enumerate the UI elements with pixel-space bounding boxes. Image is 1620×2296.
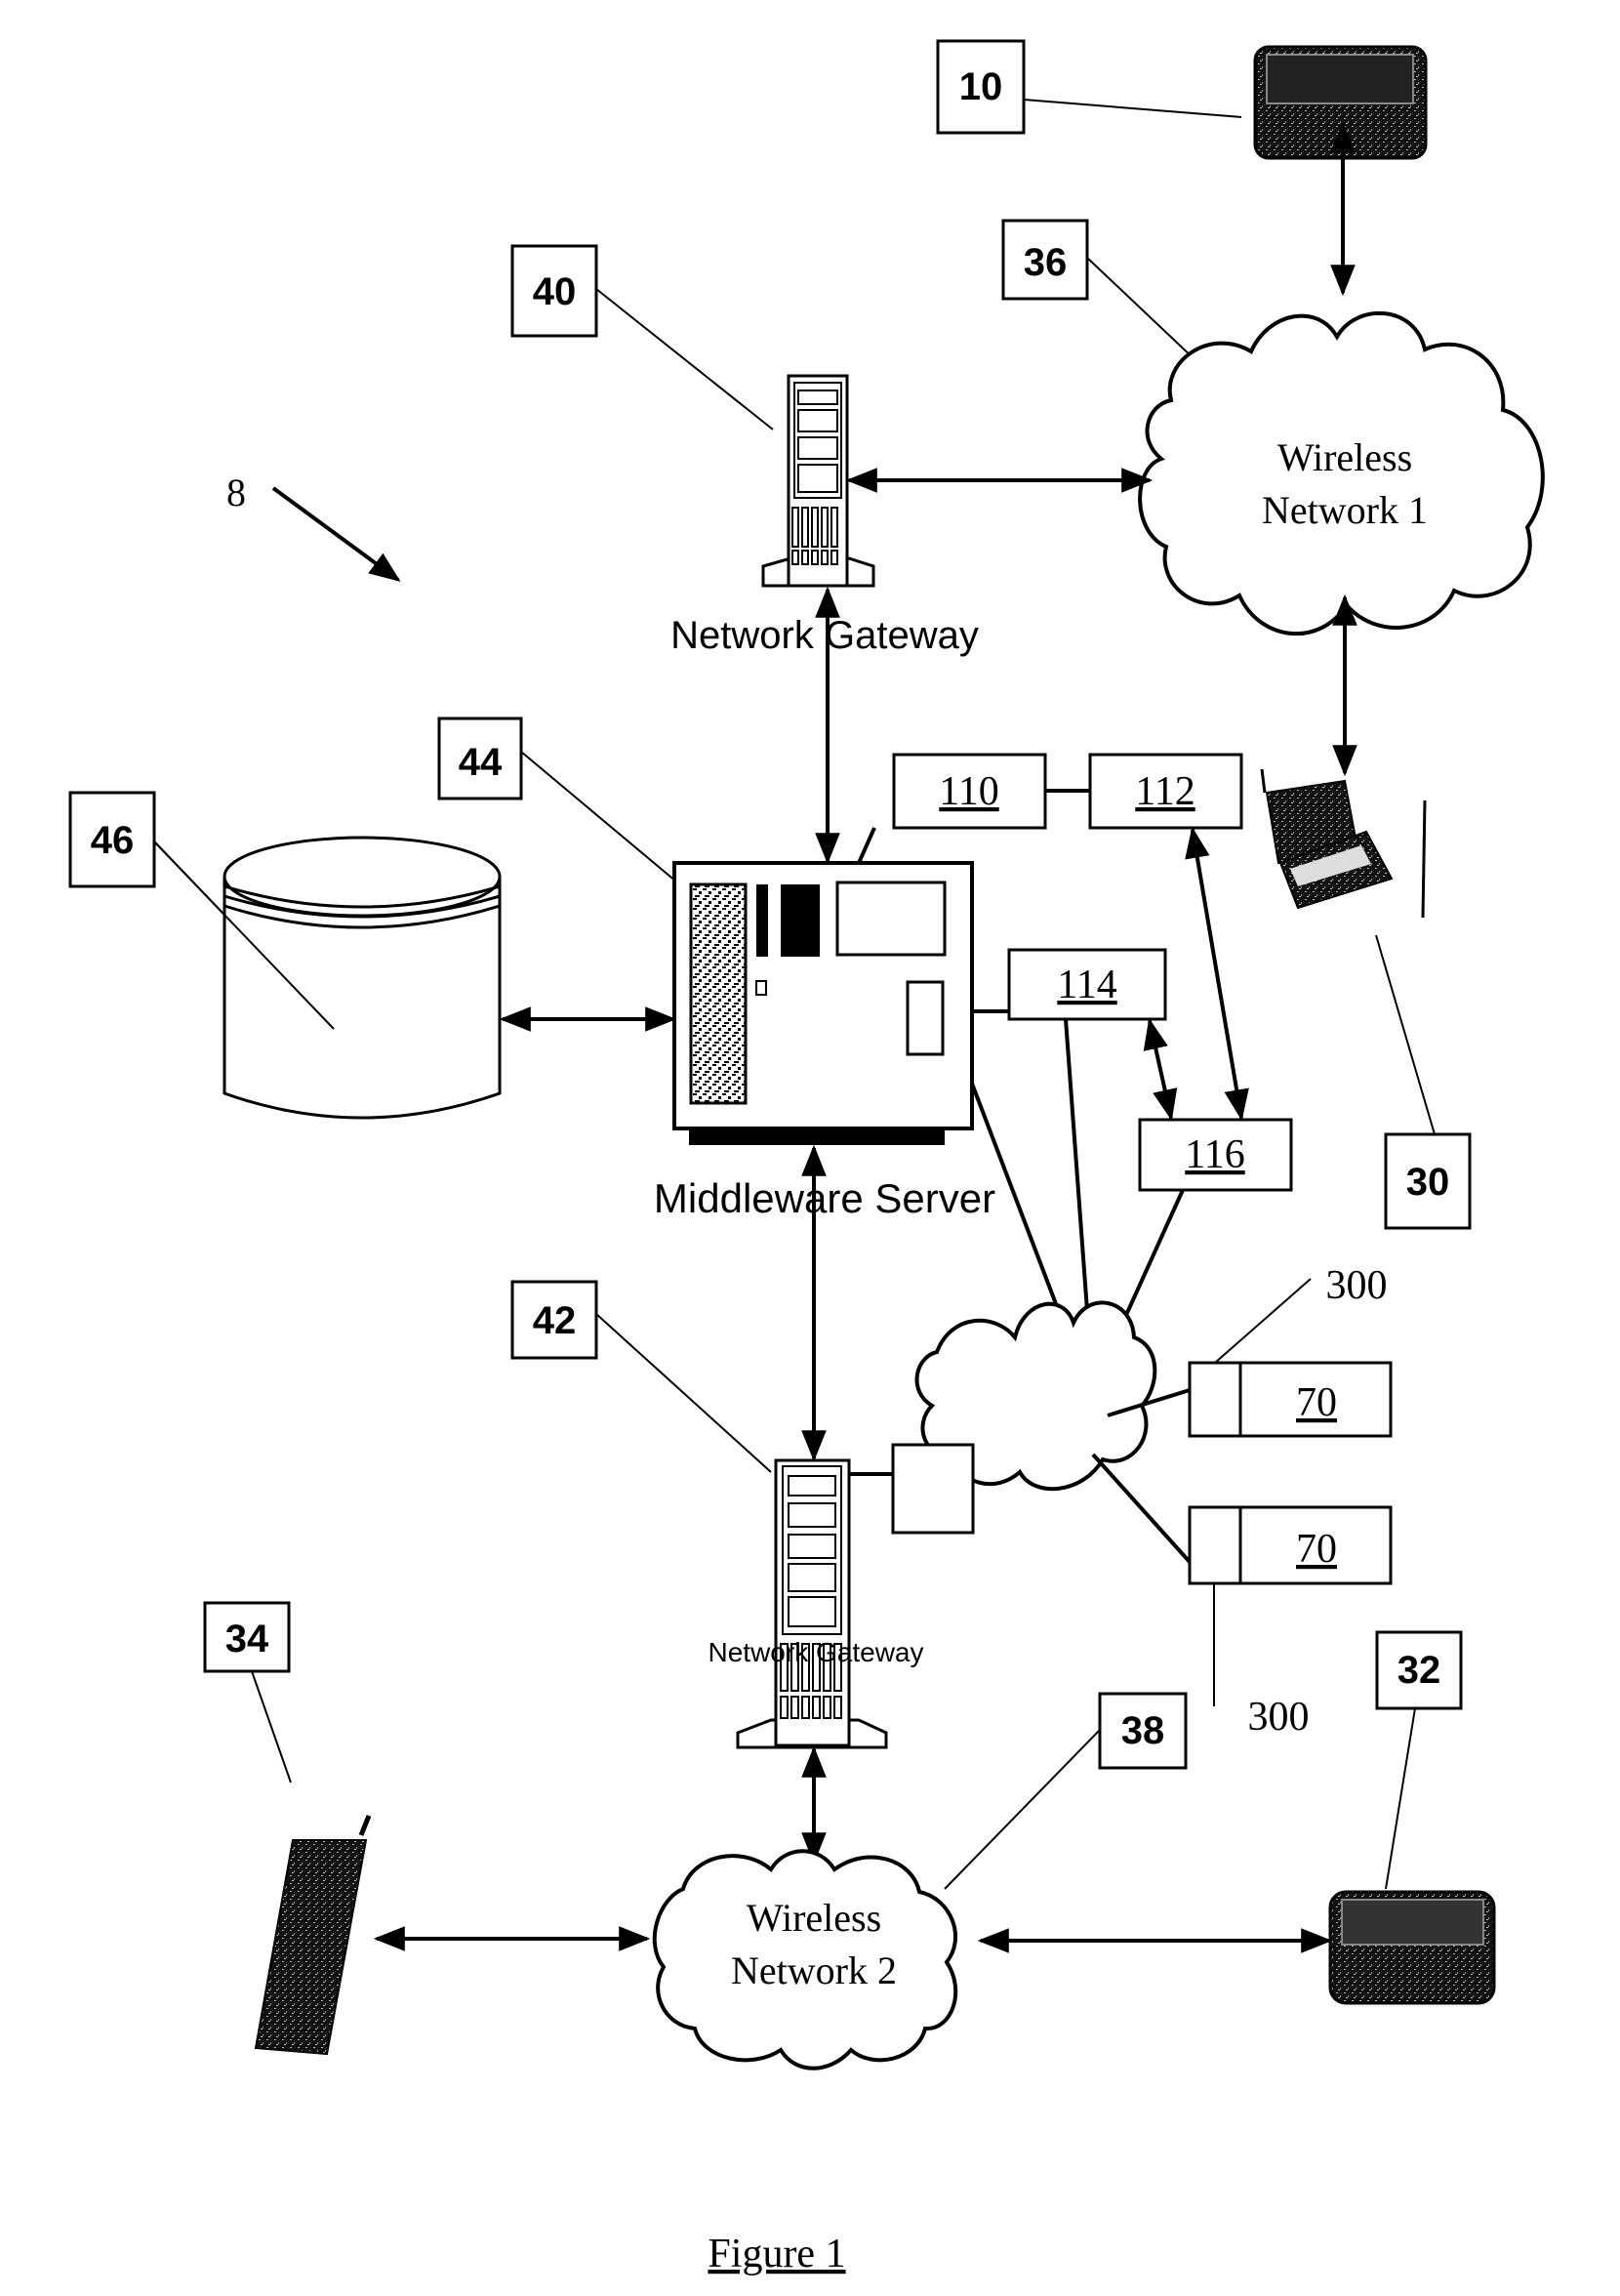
component-box-114: 114 — [1007, 948, 1167, 1021]
small-box — [891, 1443, 975, 1535]
ref-box-10: 10 — [936, 39, 1026, 135]
arrow-114-116 — [1143, 1017, 1178, 1122]
ref-label-10: 10 — [959, 65, 1003, 108]
ref-box-42: 42 — [510, 1280, 598, 1360]
ref-box-30: 30 — [1384, 1132, 1472, 1230]
pager-icon — [1328, 1890, 1496, 2005]
ref-label-34: 34 — [225, 1618, 269, 1660]
device-box-70-b: 70 — [1188, 1505, 1393, 1585]
laptop-icon — [1260, 768, 1427, 919]
wn1-line2: Network 1 — [1262, 488, 1428, 532]
middleware-server-icon — [672, 861, 974, 1145]
component-label-110: 110 — [939, 769, 998, 814]
device-box-70-a: 70 — [1188, 1361, 1393, 1438]
device-label-70-a: 70 — [1296, 1380, 1337, 1425]
ref-label-30: 30 — [1406, 1161, 1450, 1204]
component-box-112: 112 — [1088, 753, 1243, 830]
middleware-label: Middleware Server — [654, 1175, 995, 1221]
wireless-network-2-cloud: Wireless Network 2 — [652, 1849, 958, 2070]
gateway-top-label: Network Gateway — [670, 614, 979, 657]
ref-box-34: 34 — [203, 1601, 291, 1673]
leader-line-30 — [1375, 934, 1436, 1135]
ref-box-44: 44 — [437, 717, 523, 800]
ref-label-42: 42 — [533, 1299, 577, 1342]
pager-icon — [1253, 45, 1428, 160]
component-box-110: 110 — [892, 753, 1047, 830]
gateway-bottom-label: Network Gateway — [709, 1637, 924, 1667]
ref-label-36: 36 — [1024, 241, 1068, 284]
callout-300-top: 300 — [1326, 1263, 1388, 1308]
system-ref-8: 8 — [226, 471, 246, 514]
arrow-112-116 — [1185, 826, 1249, 1122]
callout-300-bottom: 300 — [1248, 1695, 1310, 1740]
component-label-112: 112 — [1135, 769, 1195, 814]
figure-caption: Figure 1 — [708, 2232, 845, 2276]
leader-line-38 — [944, 1729, 1101, 1890]
component-label-114: 114 — [1057, 963, 1116, 1007]
component-label-116: 116 — [1185, 1132, 1244, 1177]
ref-box-46: 46 — [68, 791, 156, 888]
ref-box-38: 38 — [1098, 1692, 1188, 1770]
wireless-network-1-cloud: Wireless Network 1 — [1138, 310, 1545, 636]
database-icon — [223, 836, 502, 1120]
ref-label-44: 44 — [459, 741, 503, 784]
mobile-phone-icon — [254, 1815, 372, 2056]
ref-box-36: 36 — [1001, 219, 1089, 301]
link-110-middleware — [857, 827, 876, 864]
system-arrow — [271, 486, 401, 582]
wn1-line1: Wireless — [1277, 435, 1412, 479]
ref-box-40: 40 — [510, 244, 598, 338]
ref-label-32: 32 — [1397, 1649, 1441, 1692]
ref-label-40: 40 — [533, 270, 577, 313]
leader-line-300-top — [1214, 1278, 1312, 1364]
server-tower-icon — [736, 1458, 888, 1749]
leader-line-10 — [1023, 99, 1242, 118]
network-diagram: 10 36 Wireless Network 1 40 Network Gate… — [68, 39, 1545, 2276]
ref-label-46: 46 — [91, 819, 135, 862]
leader-line-32 — [1385, 1707, 1416, 1890]
link-114-localnet — [1064, 1018, 1090, 1325]
wn2-line2: Network 2 — [731, 1948, 897, 1992]
component-box-116: 116 — [1138, 1118, 1293, 1192]
device-label-70-b: 70 — [1296, 1527, 1337, 1572]
leader-line-42 — [595, 1313, 772, 1473]
wn2-line1: Wireless — [747, 1896, 881, 1940]
leader-line-40 — [595, 288, 774, 430]
ref-box-32: 32 — [1375, 1630, 1463, 1710]
leader-line-44 — [520, 751, 690, 893]
leader-line-34 — [251, 1670, 292, 1784]
link-localnet-70b — [1091, 1453, 1192, 1564]
ref-label-38: 38 — [1121, 1709, 1165, 1752]
